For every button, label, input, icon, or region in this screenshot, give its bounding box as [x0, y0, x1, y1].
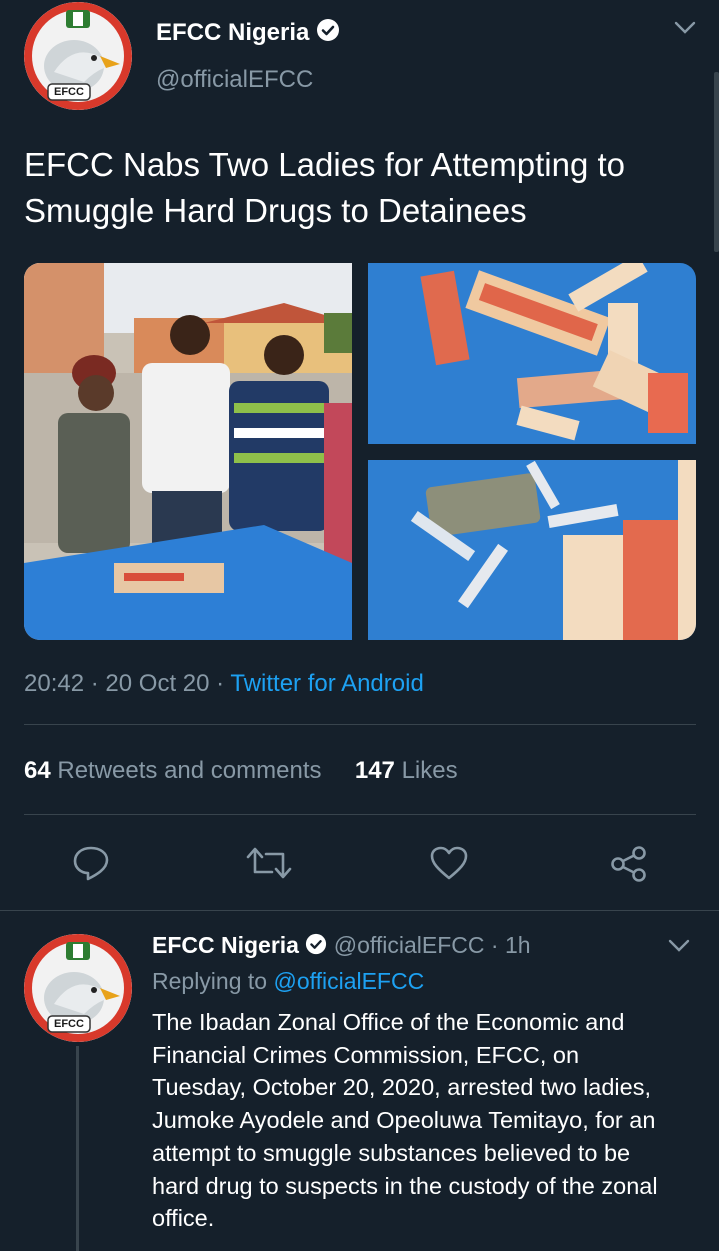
tweet-date: 20 Oct 20: [105, 670, 210, 697]
heart-icon[interactable]: [430, 846, 468, 880]
retweets-count: 64: [24, 757, 51, 784]
author-name[interactable]: EFCC Nigeria: [156, 19, 309, 46]
scrollbar[interactable]: [714, 72, 719, 252]
share-icon[interactable]: [610, 845, 648, 883]
reply-author-avatar[interactable]: EFCC: [24, 934, 132, 1042]
tweet-photo-drug-packets[interactable]: [368, 460, 696, 640]
reply-text-line: Jumoke Ayodele and Opeoluwa Temitayo, fo…: [152, 1107, 656, 1134]
divider: [24, 724, 696, 725]
replying-to: Replying to @officialEFCC: [152, 968, 424, 995]
reply-author-name[interactable]: EFCC Nigeria: [152, 932, 299, 958]
thread-line: [76, 1046, 79, 1251]
reply-text: The Ibadan Zonal Office of the Economic …: [152, 1006, 658, 1235]
replying-handle-link[interactable]: @officialEFCC: [273, 968, 424, 994]
tweet-text-line: EFCC Nabs Two Ladies for Attempting to: [24, 146, 626, 183]
reply-text-line: Tuesday, October 20, 2020, arrested two …: [152, 1074, 651, 1101]
retweets-stat[interactable]: 64 Retweets and comments: [24, 757, 328, 784]
reply-text-line: The Ibadan Zonal Office of the Economic …: [152, 1009, 625, 1035]
author-name-row[interactable]: EFCC Nigeria: [156, 18, 340, 49]
divider: [0, 910, 719, 911]
author-handle[interactable]: @officialEFCC: [156, 66, 313, 94]
likes-label: Likes: [401, 757, 458, 784]
chevron-down-icon[interactable]: [673, 20, 697, 41]
reply-text-line: office.: [152, 1205, 215, 1232]
reply-age: 1h: [504, 932, 531, 958]
verified-badge-icon: [316, 18, 340, 49]
replying-label: Replying to: [152, 968, 268, 994]
tweet-timestamp: 20:42 · 20 Oct 20 · Twitter for Android: [24, 670, 424, 697]
tweet-text-line: Smuggle Hard Drugs to Detainees: [24, 192, 527, 229]
tweet-source-link[interactable]: Twitter for Android: [230, 670, 423, 697]
retweet-icon[interactable]: [246, 846, 292, 880]
tweet-photo-bread-pieces[interactable]: [368, 263, 696, 444]
reply-header: EFCC Nigeria @officialEFCC · 1h: [152, 932, 531, 961]
retweets-label: Retweets and comments: [57, 757, 322, 784]
avatar-badge-text: EFCC: [54, 1018, 84, 1030]
reply-icon[interactable]: [72, 845, 110, 881]
tweet-text: EFCC Nabs Two Ladies for Attempting to S…: [24, 142, 625, 234]
avatar-badge-text: EFCC: [54, 86, 84, 98]
tweet-photo-suspects[interactable]: [24, 263, 352, 640]
tweet-stats: 64 Retweets and comments 147 Likes: [24, 757, 458, 785]
chevron-down-icon[interactable]: [667, 938, 691, 959]
reply-text-line: Financial Crimes Commission, EFCC, on: [152, 1041, 580, 1068]
reply-author-handle[interactable]: @officialEFCC: [334, 932, 485, 958]
reply-text-line: attempt to smuggle substances believed t…: [152, 1139, 631, 1166]
tweet-time: 20:42: [24, 670, 85, 697]
verified-badge-icon: [305, 933, 327, 961]
reply-text-line: hard drug to suspects in the custody of …: [152, 1172, 658, 1199]
divider: [24, 814, 696, 815]
author-avatar[interactable]: EFCC: [24, 2, 132, 110]
likes-count: 147: [354, 757, 395, 784]
likes-stat[interactable]: 147 Likes: [355, 757, 458, 784]
